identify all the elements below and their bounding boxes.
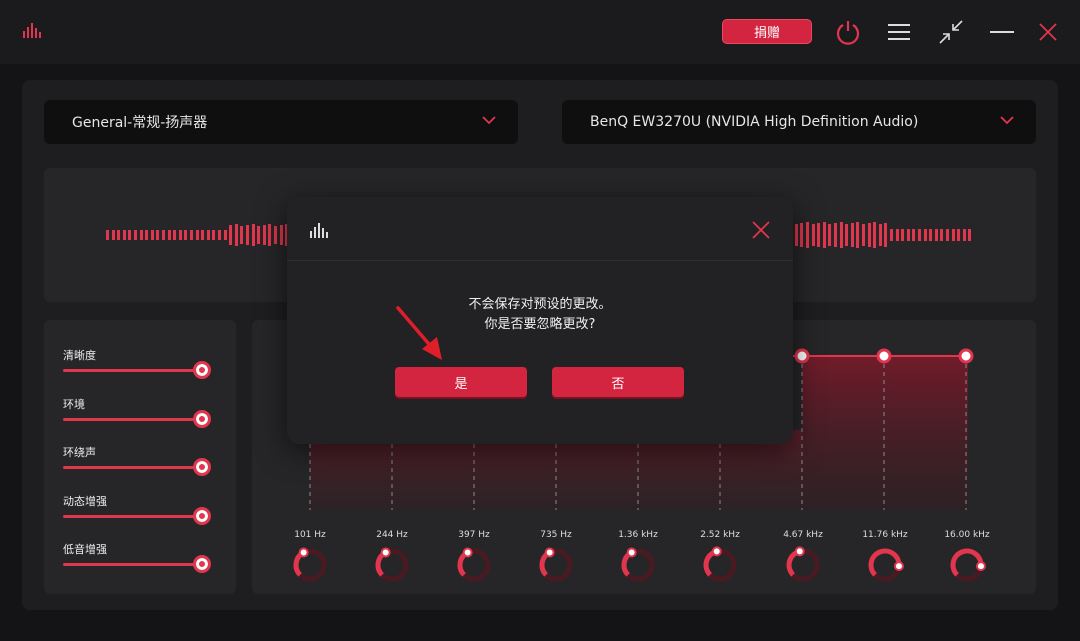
modal-overlay: 不会保存对预设的更改。 你是否要忽略更改? 是 否 (0, 0, 1080, 641)
confirm-dialog: 不会保存对预设的更改。 你是否要忽略更改? 是 否 (287, 197, 793, 444)
dialog-message: 不会保存对预设的更改。 你是否要忽略更改? (287, 295, 793, 335)
dialog-message-line1: 不会保存对预设的更改。 (468, 297, 612, 312)
yes-button[interactable]: 是 (395, 367, 527, 397)
annotation-arrow-icon (396, 306, 442, 360)
dialog-logo-icon (309, 222, 329, 242)
no-button[interactable]: 否 (552, 367, 684, 397)
dialog-close-icon[interactable] (751, 220, 771, 244)
dialog-message-line2: 你是否要忽略更改? (484, 317, 596, 332)
dialog-divider (287, 260, 793, 261)
